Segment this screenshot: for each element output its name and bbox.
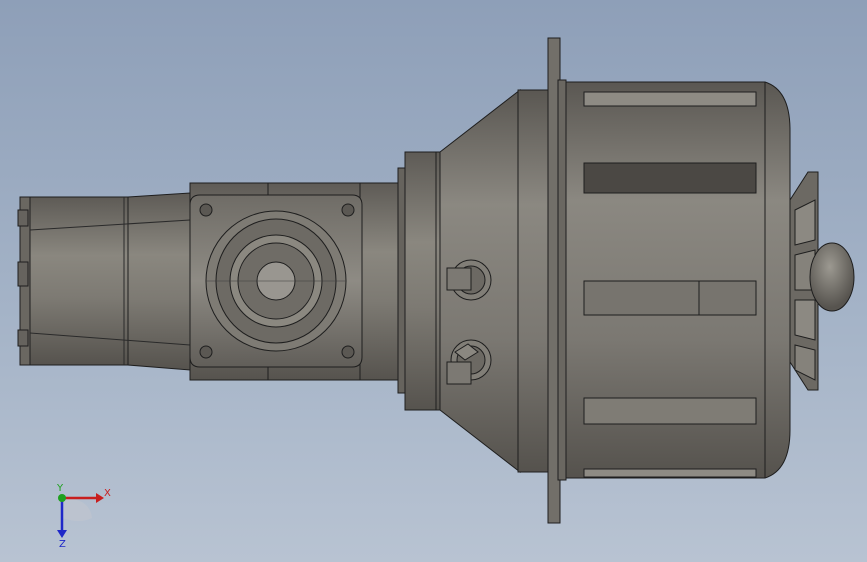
fan-cover [789,171,855,391]
z-axis-label: Z [59,539,66,548]
bolt-hole-icon [199,345,213,359]
model-viewport[interactable] [0,0,867,562]
motor-body [565,81,791,479]
motor-flange-ring [517,37,567,524]
bolt-hole-icon [341,203,355,217]
coordinate-triad: X Y Z [56,483,111,548]
x-axis-label: X [104,488,111,499]
x-arrow-icon [96,493,104,503]
z-arrow-icon [57,530,67,538]
y-axis-label: Y [56,483,64,494]
input-flange[interactable] [189,194,363,368]
output-shaft-housing [17,192,191,371]
bolt-hole-icon [199,203,213,217]
bolt-hole-icon [341,345,355,359]
y-axis-icon [58,494,66,502]
shaft-end-dome [809,242,855,312]
